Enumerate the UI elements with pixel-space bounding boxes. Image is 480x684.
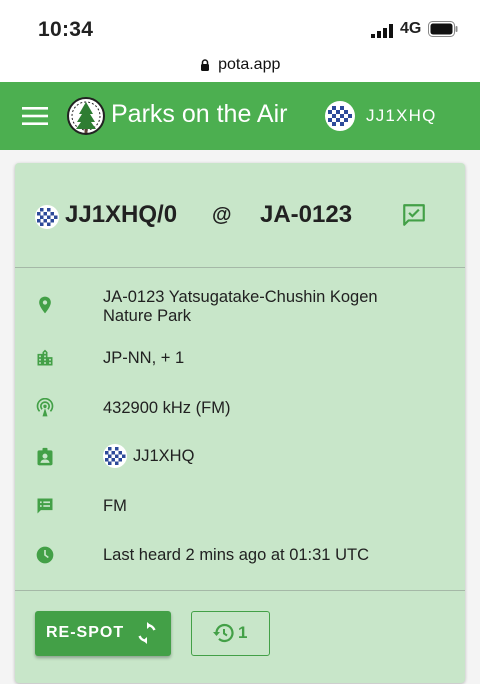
spotter-badge-icon <box>37 447 53 466</box>
spot-card-header: JJ1XHQ/0 @ JA-0123 <box>15 163 465 268</box>
pota-logo[interactable] <box>66 94 106 138</box>
signal-icon <box>371 24 393 38</box>
clock-icon <box>36 546 54 564</box>
url-text: pota.app <box>218 56 281 73</box>
last-heard-text: Last heard 2 mins ago at 01:31 UTC <box>103 546 369 564</box>
spot-card-actions: RE-SPOT 1 <box>15 590 465 684</box>
spotter-avatar <box>103 444 127 468</box>
history-icon <box>213 623 234 643</box>
clock-time: 10:34 <box>38 18 94 41</box>
refresh-icon <box>138 622 156 644</box>
location-city-icon <box>37 349 53 366</box>
app-bar: Parks on the Air JJ1XHQ <box>0 82 480 150</box>
comment-text: FM <box>103 497 127 515</box>
spot-check-icon[interactable] <box>401 202 427 228</box>
park-name-line1: JA-0123 Yatsugatake-Chushin Kogen <box>103 288 378 306</box>
respot-button[interactable]: RE-SPOT <box>35 611 171 656</box>
history-button[interactable]: 1 <box>191 611 270 656</box>
network-type: 4G <box>400 20 422 37</box>
user-avatar[interactable] <box>325 101 355 131</box>
at-symbol: @ <box>212 204 232 226</box>
browser-url-bar[interactable]: pota.app <box>0 56 480 82</box>
activator-callsign[interactable]: JJ1XHQ/0 <box>65 201 177 229</box>
app-title[interactable]: Parks on the Air <box>111 100 287 129</box>
activator-avatar <box>35 205 59 229</box>
status-bar: 10:34 4G <box>0 0 480 56</box>
history-count: 1 <box>238 623 248 642</box>
spot-card: JJ1XHQ/0 @ JA-0123 JA-0123 Yatsugatake-C… <box>15 163 465 683</box>
place-icon <box>39 296 51 314</box>
battery-icon <box>428 21 458 37</box>
lock-icon <box>200 59 209 71</box>
comment-icon <box>37 498 53 514</box>
park-name[interactable]: JA-0123 Yatsugatake-Chushin Kogen Nature… <box>103 288 443 326</box>
user-callsign[interactable]: JJ1XHQ <box>366 106 437 126</box>
park-name-line2: Nature Park <box>103 307 192 325</box>
spotter-callsign[interactable]: JJ1XHQ <box>133 447 433 466</box>
park-reference[interactable]: JA-0123 <box>260 201 352 229</box>
antenna-icon <box>36 398 54 417</box>
respot-label: RE-SPOT <box>46 624 125 641</box>
menu-icon[interactable] <box>22 106 48 126</box>
location-text: JP-NN, + 1 <box>103 349 185 367</box>
frequency-text[interactable]: 432900 kHz (FM) <box>103 399 443 418</box>
